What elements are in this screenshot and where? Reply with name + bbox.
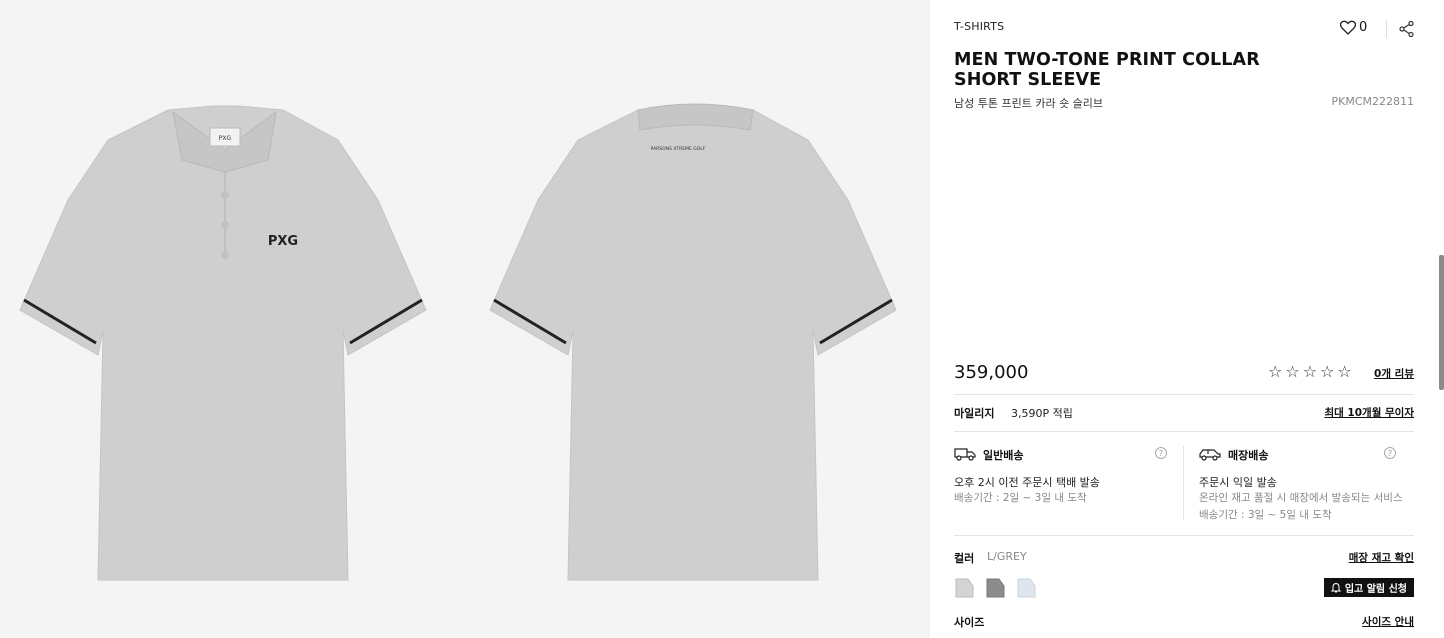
shirt-back-illustration: PARSONS XTREME GOLF: [489, 103, 897, 581]
back-print-text: PARSONS XTREME GOLF: [651, 146, 706, 152]
product-korean-name: 남성 투톤 프린트 카라 숏 슬리브: [954, 97, 1104, 110]
product-title-line1: MEN TWO-TONE PRINT COLLAR: [954, 50, 1260, 70]
share-button[interactable]: [1398, 20, 1416, 38]
star-icon: ☆: [1337, 362, 1352, 381]
store-stock-link[interactable]: 매장 재고 확인: [1349, 550, 1414, 565]
divider: [954, 394, 1414, 395]
star-icon: ☆: [1268, 362, 1283, 381]
mileage-label: 마일리지: [954, 407, 995, 420]
standard-shipping-help-icon[interactable]: ?: [1155, 447, 1167, 459]
star-icon: ☆: [1320, 362, 1335, 381]
shirt-front-illustration: PXG PXG: [19, 105, 427, 581]
product-title: MEN TWO-TONE PRINT COLLAR SHORT SLEEVE: [954, 50, 1274, 90]
store-shipping-note: 온라인 재고 품절 시 매장에서 발송되는 서비스: [1199, 492, 1403, 504]
restock-alert-button[interactable]: 입고 알림 신청: [1323, 578, 1414, 597]
truck-icon: [954, 448, 976, 461]
wish-count: 0: [1359, 20, 1368, 35]
standard-shipping-info: 오후 2시 이전 주문시 택배 발송: [954, 476, 1100, 489]
color-value: L/GREY: [987, 550, 1027, 563]
mileage-value: 3,590P 적립: [1011, 407, 1073, 420]
size-guide-link[interactable]: 사이즈 안내: [1362, 614, 1414, 629]
size-label: 사이즈: [954, 616, 985, 629]
product-image-gallery: PXG PXG PARSONS XTREME GOLF: [0, 0, 930, 638]
divider: [954, 431, 1414, 432]
bell-icon: [1330, 582, 1341, 593]
product-price: 359,000: [954, 362, 1029, 383]
product-image-back[interactable]: PARSONS XTREME GOLF: [488, 100, 898, 590]
front-logo-text: PXG: [268, 234, 298, 249]
star-icon: ☆: [1285, 362, 1300, 381]
car-icon: [1199, 449, 1221, 461]
store-shipping-info: 주문시 익일 발송: [1199, 476, 1277, 489]
header-divider: [1386, 20, 1387, 38]
product-info-panel: T-SHIRTS 0 MEN TWO-TONE PRINT COLLAR SHO…: [930, 0, 1444, 638]
heart-icon: [1340, 20, 1356, 35]
wishlist-button[interactable]: 0: [1340, 20, 1367, 35]
star-icon: ☆: [1302, 362, 1318, 381]
color-label: 컬러: [954, 552, 975, 565]
store-shipping-title: 매장배송: [1228, 449, 1269, 462]
product-image-front[interactable]: PXG PXG: [18, 100, 428, 590]
installment-link[interactable]: 최대 10개월 무이자: [1324, 405, 1414, 420]
product-category[interactable]: T-SHIRTS: [954, 20, 1004, 33]
review-link[interactable]: 0개 리뷰: [1374, 366, 1414, 381]
scrollbar-thumb[interactable]: [1439, 255, 1444, 390]
color-swatch-dark-grey[interactable]: [985, 578, 1005, 598]
share-icon: [1399, 20, 1414, 38]
product-code: PKMCM222811: [1331, 95, 1415, 108]
restock-alert-label: 입고 알림 신청: [1344, 584, 1407, 595]
divider: [954, 535, 1414, 536]
color-swatch-l-grey[interactable]: [954, 578, 974, 598]
product-title-line2: SHORT SLEEVE: [954, 70, 1102, 90]
color-swatch-light-blue[interactable]: [1016, 578, 1036, 598]
store-shipping-help-icon[interactable]: ?: [1384, 447, 1396, 459]
standard-shipping-title: 일반배송: [983, 449, 1024, 462]
shipping-divider: [1183, 446, 1184, 520]
standard-shipping-period: 배송기간 : 2일 ~ 3일 내 도착: [954, 492, 1087, 504]
store-shipping-period: 배송기간 : 3일 ~ 5일 내 도착: [1199, 509, 1332, 521]
rating-stars: ☆ ☆ ☆ ☆ ☆: [1268, 363, 1352, 381]
svg-text:PXG: PXG: [219, 135, 232, 142]
